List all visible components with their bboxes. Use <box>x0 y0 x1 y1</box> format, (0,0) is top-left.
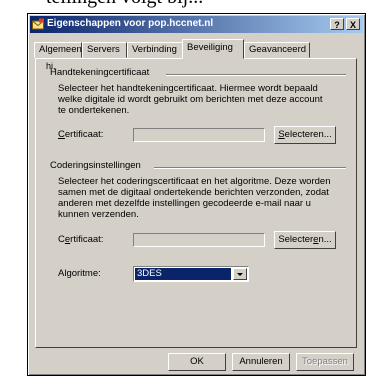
tab-geavanceerd[interactable]: Geavanceerd <box>244 42 310 58</box>
select-signing-certificate-button[interactable]: Selecteren... <box>274 126 336 144</box>
caption-fragment: tellingen volgt bij... <box>0 0 387 12</box>
encryption-settings-heading: Coderingsinstellingen <box>50 160 141 171</box>
apply-button[interactable]: Toepassen <box>296 353 354 371</box>
group-divider <box>154 167 346 169</box>
cancel-button[interactable]: Annuleren <box>232 353 290 371</box>
signing-certificate-field[interactable] <box>133 128 265 142</box>
properties-dialog: Eigenschappen voor pop.hccnet.nl ? X Alg… <box>27 13 366 376</box>
tab-servers[interactable]: Servers <box>82 42 127 58</box>
signing-certificate-heading: Handtekeningcertificaat <box>50 67 150 78</box>
signing-description: Selecteer het handtekeningcertificaat. H… <box>58 83 323 116</box>
group-divider <box>166 74 346 76</box>
select-encryption-certificate-button[interactable]: Selecteren... <box>274 231 336 249</box>
ok-button[interactable]: OK <box>168 353 226 371</box>
algorithm-dropdown[interactable]: 3DES <box>133 266 249 282</box>
dropdown-arrow-button[interactable] <box>233 268 247 280</box>
window-title: Eigenschappen voor pop.hccnet.nl <box>47 18 214 29</box>
tab-beveiliging[interactable]: Beveiliging <box>182 39 244 59</box>
signing-certificate-label: Certificaat: <box>58 129 104 140</box>
encryption-certificate-label: Certificaat: <box>58 234 104 245</box>
envelope-icon <box>32 18 44 30</box>
close-button[interactable]: X <box>346 18 360 30</box>
chevron-down-icon <box>237 273 243 276</box>
close-icon: X <box>349 20 356 30</box>
tab-algemeen[interactable]: Algemeen <box>34 42 82 58</box>
help-icon: ? <box>334 20 340 30</box>
title-bar: Eigenschappen voor pop.hccnet.nl ? X <box>30 16 363 33</box>
tab-panel-beveiliging: hi, Handtekeningcertificaat Selecteer he… <box>35 58 357 348</box>
algorithm-selected-value: 3DES <box>135 268 231 280</box>
tab-verbinding[interactable]: Verbinding <box>127 42 184 58</box>
algorithm-label: Algoritme: <box>58 268 101 279</box>
encryption-certificate-field[interactable] <box>133 233 265 247</box>
encryption-description: Selecteer het coderingscertificaat en he… <box>58 176 331 220</box>
help-button[interactable]: ? <box>330 18 344 30</box>
